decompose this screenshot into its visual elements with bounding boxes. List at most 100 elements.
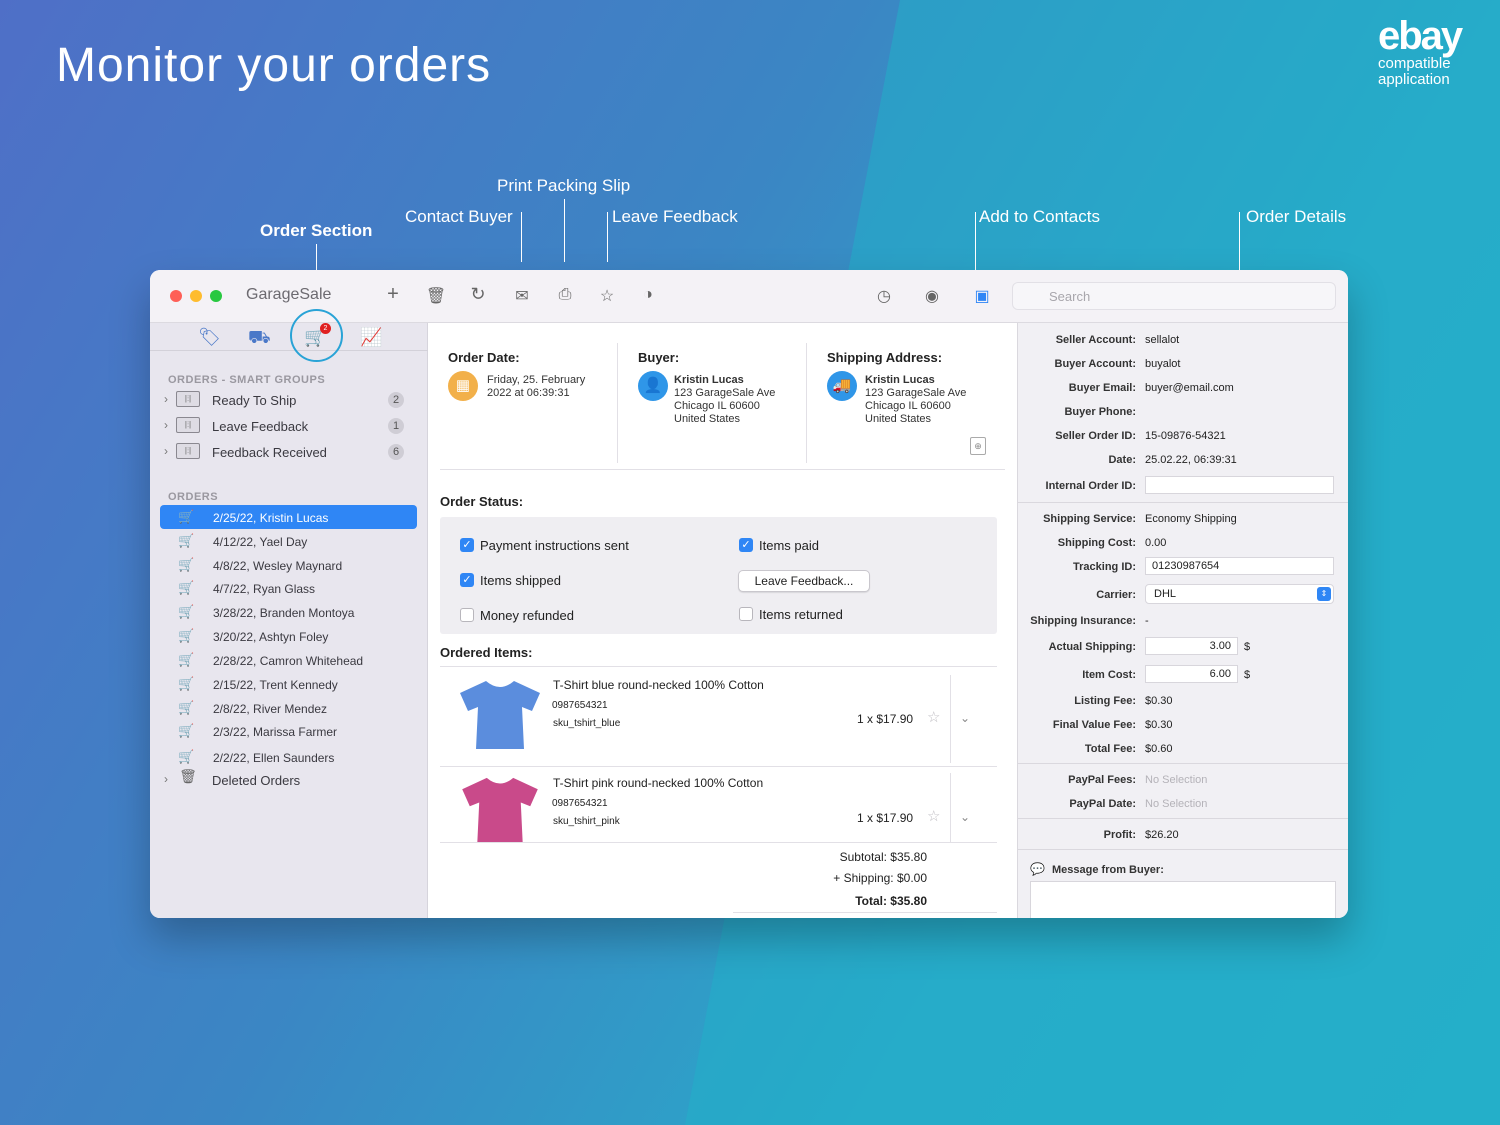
item-title: T-Shirt pink round-necked 100% Cotton xyxy=(553,776,764,790)
order-item[interactable]: 🛒 3/20/22, Ashtyn Foley xyxy=(160,624,417,648)
ship-name: Kristin Lucas xyxy=(865,374,935,386)
smart-group-item[interactable]: › |⫶| Feedback Received 6 xyxy=(162,441,412,463)
order-label: 2/8/22, River Mendez xyxy=(213,702,328,716)
printer-icon[interactable]: ⎙ xyxy=(554,286,576,304)
order-item[interactable]: 🛒 2/2/22, Ellen Saunders xyxy=(160,745,417,769)
ebay-logo: ebay compatible application xyxy=(1378,14,1463,88)
plus-icon[interactable]: + xyxy=(382,283,404,306)
items-returned-label: Items returned xyxy=(759,607,843,622)
person-icon[interactable]: ◉ xyxy=(921,286,943,306)
tracking-id-input[interactable]: 01230987654 xyxy=(1145,557,1334,575)
currency-symbol: $ xyxy=(1244,669,1251,681)
star-icon[interactable]: ☆ xyxy=(927,708,940,726)
currency-symbol: $ xyxy=(1244,641,1251,653)
divider xyxy=(440,842,997,843)
add-contact-icon[interactable]: ⊕ xyxy=(970,437,986,455)
smart-group-item[interactable]: › |⫶| Leave Feedback 1 xyxy=(162,415,412,437)
order-item[interactable]: 🛒 2/25/22, Kristin Lucas xyxy=(160,505,417,529)
order-item[interactable]: 🛒 2/15/22, Trent Kennedy xyxy=(160,672,417,696)
toggle-icon[interactable]: ◑ xyxy=(637,286,659,304)
sidebar-icon[interactable]: ▣ xyxy=(971,286,993,306)
ship-country: United States xyxy=(865,413,932,425)
minimize-button[interactable] xyxy=(190,290,202,302)
order-item[interactable]: 🛒 2/28/22, Camron Whitehead xyxy=(160,648,417,672)
item-code: 0987654321 xyxy=(552,798,608,809)
refresh-icon[interactable]: ↻ xyxy=(467,284,489,305)
headline: Monitor your orders xyxy=(56,39,492,92)
order-item[interactable]: 🛒 3/28/22, Branden Montoya xyxy=(160,600,417,624)
calendar-icon: ▦ xyxy=(448,371,478,401)
zoom-button[interactable] xyxy=(210,290,222,302)
divider xyxy=(1018,763,1348,764)
carrier-value: DHL xyxy=(1154,588,1177,600)
smart-group-item[interactable]: › |⫶| Ready To Ship 2 xyxy=(162,389,412,411)
ordered-items-label: Ordered Items: xyxy=(440,645,533,660)
carrier-select[interactable]: DHL ⇕ xyxy=(1145,584,1334,604)
cart-icon: 🛒 xyxy=(178,676,195,691)
tracking-id-label: Tracking ID: xyxy=(1073,561,1136,573)
buyer-email-label: Buyer Email: xyxy=(1068,382,1136,394)
buyer-street: 123 GarageSale Ave xyxy=(674,387,776,399)
forklift-icon[interactable]: ⛟ xyxy=(248,327,271,351)
buyer-email-value: buyer@email.com xyxy=(1145,382,1234,394)
updown-icon: ⇕ xyxy=(1317,587,1331,601)
buyer-label: Buyer: xyxy=(638,350,680,365)
tag-icon[interactable]: 🏷 xyxy=(198,327,221,348)
chart-icon[interactable]: 📈 xyxy=(360,327,382,348)
order-total: Total: $35.80 xyxy=(855,894,927,908)
close-button[interactable] xyxy=(170,290,182,302)
divider xyxy=(806,343,807,463)
actual-shipping-input[interactable]: 3.00 xyxy=(1145,637,1238,655)
order-item[interactable]: 🛒 2/8/22, River Mendez xyxy=(160,696,417,720)
items-paid-checkbox[interactable]: ✓ xyxy=(739,538,753,552)
truck-icon: 🚚 xyxy=(827,371,857,401)
app-title: GarageSale xyxy=(246,286,332,303)
callout-print-packing-slip: Print Packing Slip xyxy=(497,176,631,195)
carrier-label: Carrier: xyxy=(1096,589,1136,601)
smart-group-label: Leave Feedback xyxy=(212,419,309,434)
item-cost-input[interactable]: 6.00 xyxy=(1145,665,1238,683)
order-item[interactable]: 🛒 4/8/22, Wesley Maynard xyxy=(160,553,417,577)
items-shipped-checkbox[interactable]: ✓ xyxy=(460,573,474,587)
leave-feedback-button[interactable]: Leave Feedback... xyxy=(738,570,870,592)
orders-header: ORDERS xyxy=(168,491,219,503)
search-input[interactable]: Search xyxy=(1012,282,1336,310)
divider xyxy=(440,666,997,667)
order-date-line-1: Friday, 25. February xyxy=(487,374,586,386)
callout-order-details: Order Details xyxy=(1246,207,1347,226)
callout-contact-buyer: Contact Buyer xyxy=(405,207,513,226)
chevron-right-icon[interactable]: › xyxy=(164,418,168,432)
chevron-down-icon[interactable]: ⌄ xyxy=(960,711,970,725)
chevron-down-icon[interactable]: ⌄ xyxy=(960,810,970,824)
chevron-right-icon[interactable]: › xyxy=(164,772,168,786)
message-from-buyer-field[interactable] xyxy=(1030,881,1336,918)
total-fee-value: $0.60 xyxy=(1145,743,1173,755)
chevron-right-icon[interactable]: › xyxy=(164,392,168,406)
items-returned-checkbox[interactable] xyxy=(739,607,753,621)
order-label: 2/25/22, Kristin Lucas xyxy=(213,511,329,525)
order-item[interactable]: 🛒 4/7/22, Ryan Glass xyxy=(160,576,417,600)
order-item[interactable]: 🛒 4/12/22, Yael Day xyxy=(160,529,417,553)
deleted-orders[interactable]: › 🗑 Deleted Orders xyxy=(162,769,412,791)
ship-city: Chicago IL 60600 xyxy=(865,400,951,412)
star-icon[interactable]: ☆ xyxy=(596,286,618,306)
star-icon[interactable]: ☆ xyxy=(927,807,940,825)
profit-value: $26.20 xyxy=(1145,829,1179,841)
order-label: 2/3/22, Marissa Farmer xyxy=(213,725,338,739)
clock-icon[interactable]: ◷ xyxy=(873,286,895,306)
order-label: 2/28/22, Camron Whitehead xyxy=(213,654,364,668)
order-item[interactable]: 🛒 2/3/22, Marissa Farmer xyxy=(160,719,417,743)
payment-sent-checkbox[interactable]: ✓ xyxy=(460,538,474,552)
ebay-wordmark: ebay xyxy=(1378,14,1463,58)
money-refunded-checkbox[interactable] xyxy=(460,608,474,622)
brand-line-1: compatible xyxy=(1378,55,1451,72)
item-cost-label: Item Cost: xyxy=(1082,669,1136,681)
chevron-right-icon[interactable]: › xyxy=(164,444,168,458)
folder-icon: |⫶| xyxy=(176,443,200,459)
divider xyxy=(950,675,951,763)
mail-icon[interactable]: ✉ xyxy=(511,286,533,306)
sidebar-tabs: 🏷 ⛟ 🛒 2 📈 xyxy=(150,309,428,362)
callout-order-section: Order Section xyxy=(260,221,373,240)
trash-icon[interactable]: 🗑 xyxy=(425,286,447,306)
internal-order-id-input[interactable] xyxy=(1145,476,1334,494)
